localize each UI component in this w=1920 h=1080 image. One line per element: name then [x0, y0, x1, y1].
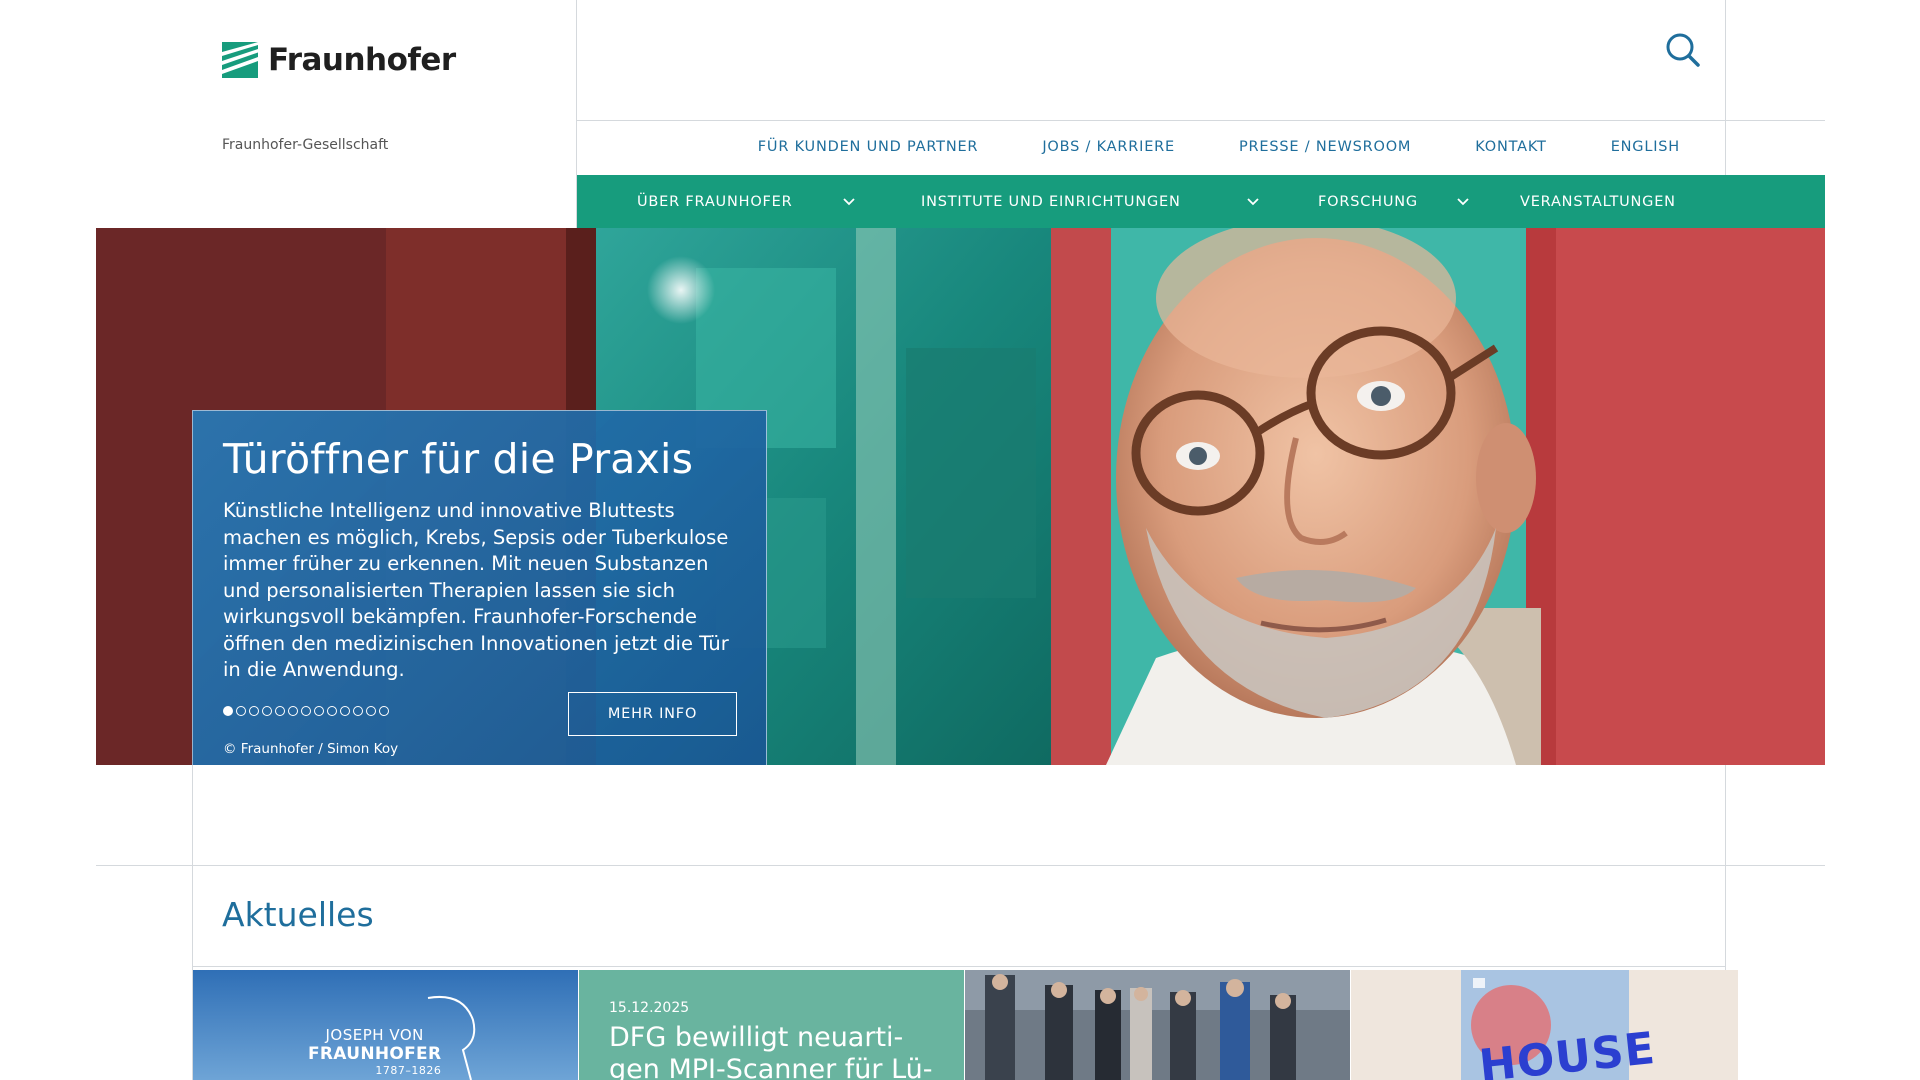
slider-dot[interactable]: [314, 706, 324, 716]
slider-pagination: [223, 706, 389, 716]
main-nav-forschung[interactable]: FORSCHUNG: [1318, 194, 1418, 210]
hero-title: Türöffner für die Praxis: [223, 435, 694, 483]
chevron-down-icon[interactable]: [843, 198, 855, 206]
slider-dot[interactable]: [366, 706, 376, 716]
hero-slider: Türöffner für die Praxis Künstliche Inte…: [96, 228, 1825, 765]
news-tiles: JOSEPH VON FRAUNHOFER 1787–1826 15.12.20…: [193, 970, 1738, 1080]
section-title-aktuelles: Aktuelles: [222, 895, 374, 934]
nav-link-presse-newsroom[interactable]: PRESSE / NEWSROOM: [1239, 139, 1411, 155]
news-headline: DFG bewilligt neuarti-gen MPI-Scanner fü…: [609, 1022, 933, 1080]
image-credit: © Fraunhofer / Simon Koy: [223, 741, 399, 757]
nav-link-kontakt[interactable]: KONTAKT: [1475, 139, 1546, 155]
news-tile[interactable]: 15.12.2025 DFG bewilligt neuarti-gen MPI…: [579, 970, 964, 1080]
logo-text: Fraunhofer: [268, 41, 456, 78]
jvf-line: 1787–1826: [375, 1064, 442, 1077]
slider-dot[interactable]: [275, 706, 285, 716]
slider-dot[interactable]: [379, 706, 389, 716]
grid-line: [96, 865, 1825, 866]
slider-dot[interactable]: [340, 706, 350, 716]
search-icon: [1666, 33, 1700, 67]
main-nav-veranstaltungen[interactable]: VERANSTALTUNGEN: [1520, 194, 1676, 210]
chevron-down-icon[interactable]: [1247, 198, 1259, 206]
news-tile-image: [965, 970, 1350, 1080]
main-nav-label: VERANSTALTUNGEN: [1520, 193, 1676, 210]
slider-dot[interactable]: [353, 706, 363, 716]
fraunhofer-logo[interactable]: Fraunhofer: [222, 42, 456, 78]
slider-dot[interactable]: [262, 706, 272, 716]
organization-name: Fraunhofer-Gesellschaft: [222, 137, 389, 153]
slider-dot[interactable]: [223, 706, 233, 716]
main-nav-ueber-fraunhofer[interactable]: ÜBER FRAUNHOFER: [637, 194, 793, 210]
service-navigation: FÜR KUNDEN UND PARTNER JOBS / KARRIERE P…: [575, 120, 1825, 174]
page: Fraunhofer Fraunhofer-Gesellschaft FÜR K…: [0, 0, 1920, 1080]
main-nav-institute[interactable]: INSTITUTE UND EINRICHTUNGEN: [921, 194, 1181, 210]
main-nav-label: ÜBER FRAUNHOFER: [637, 193, 793, 210]
news-tile[interactable]: HOUSE: [1351, 970, 1738, 1080]
search-button[interactable]: [1663, 30, 1703, 70]
news-tile[interactable]: [965, 970, 1350, 1080]
joseph-von-fraunhofer-label: JOSEPH VON FRAUNHOFER 1787–1826: [308, 1026, 441, 1077]
slider-dot[interactable]: [301, 706, 311, 716]
main-navigation: ÜBER FRAUNHOFER INSTITUTE UND EINRICHTUN…: [577, 175, 1825, 228]
mehr-info-button[interactable]: MEHR INFO: [568, 692, 737, 736]
news-tile[interactable]: JOSEPH VON FRAUNHOFER 1787–1826: [193, 970, 578, 1080]
jvf-line: JOSEPH VON: [325, 1026, 424, 1044]
slider-dot[interactable]: [236, 706, 246, 716]
fraunhofer-logo-icon: [222, 42, 258, 78]
nav-link-jobs-karriere[interactable]: JOBS / KARRIERE: [1042, 139, 1175, 155]
hero-text: Künstliche Intelligenz und innovative Bl…: [223, 499, 729, 681]
grid-line: [192, 966, 1726, 967]
slider-dot[interactable]: [327, 706, 337, 716]
jvf-line: FRAUNHOFER: [308, 1044, 442, 1064]
news-date: 15.12.2025: [609, 1000, 690, 1016]
hero-teaser-card: Türöffner für die Praxis Künstliche Inte…: [192, 410, 767, 765]
chevron-down-icon[interactable]: [1457, 198, 1469, 206]
nav-link-english[interactable]: ENGLISH: [1611, 139, 1680, 155]
main-nav-label: FORSCHUNG: [1318, 193, 1418, 210]
slider-dot[interactable]: [249, 706, 259, 716]
nav-link-kunden-partner[interactable]: FÜR KUNDEN UND PARTNER: [758, 139, 979, 155]
slider-dot[interactable]: [288, 706, 298, 716]
main-nav-label: INSTITUTE UND EINRICHTUNGEN: [921, 193, 1181, 210]
